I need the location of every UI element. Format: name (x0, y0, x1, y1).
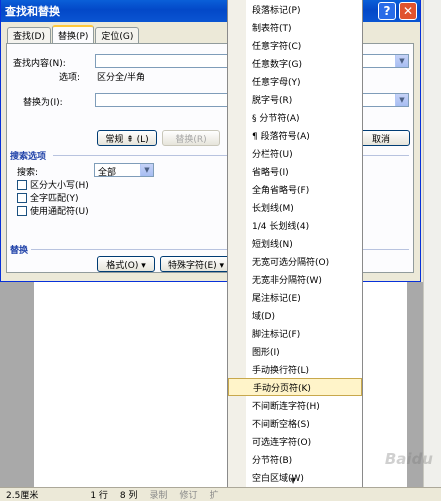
menu-item[interactable]: 手动分页符(K) (228, 378, 362, 396)
replace-section-title: 替换 (10, 246, 29, 256)
menu-item[interactable]: 省略号(I) (228, 162, 362, 180)
whole-word-label: 全字匹配(Y) (30, 194, 79, 204)
menu-item[interactable]: 可选连字符(O) (228, 432, 362, 450)
chevron-down-icon[interactable]: ▼ (395, 55, 408, 67)
tab-replace[interactable]: 替换(P) (51, 25, 95, 43)
match-case-label: 区分大小写(H) (30, 181, 89, 191)
menu-item[interactable]: 无宽非分隔符(W) (228, 270, 362, 288)
tab-goto[interactable]: 定位(G) (95, 27, 140, 43)
menu-item[interactable]: 任意数字(G) (228, 54, 362, 72)
menu-item[interactable]: 1/4 长划线(4) (228, 216, 362, 234)
menu-item[interactable]: ¶ 段落符号(A) (228, 126, 362, 144)
menu-item[interactable]: 任意字母(Y) (228, 72, 362, 90)
chevron-down-icon[interactable]: ▼ (395, 94, 408, 106)
chevron-down-icon[interactable]: ▼ (140, 164, 153, 176)
special-button[interactable]: 特殊字符(E) ▾ (160, 256, 232, 272)
search-options-title: 搜索选项 (10, 152, 47, 162)
menu-item[interactable]: 全角省略号(F) (228, 180, 362, 198)
menu-item[interactable]: 不间断空格(S) (228, 414, 362, 432)
replace-button[interactable]: 替换(R) (162, 130, 220, 146)
document-margin-left (0, 282, 34, 488)
special-characters-menu: ▼ 段落标记(P) 制表符(T) 任意字符(C) 任意数字(G) 任意字母(Y) 脱字号(… (227, 0, 363, 488)
menu-item[interactable]: 无宽可选分隔符(O) (228, 252, 362, 270)
vertical-scrollbar[interactable] (423, 0, 441, 488)
checkbox-box[interactable] (17, 205, 27, 216)
search-direction-select[interactable]: 全部 ▼ (94, 163, 154, 178)
menu-item[interactable]: 长划线(M) (228, 198, 362, 216)
match-case-checkbox[interactable]: 区分大小写(H) (17, 178, 89, 191)
menu-item[interactable]: 域(D) (228, 306, 362, 324)
watermark: Baidu (384, 450, 433, 468)
menu-item[interactable]: 脱字号(R) (228, 90, 362, 108)
menu-item[interactable]: 短划线(N) (228, 234, 362, 252)
search-direction-label: 搜索: (17, 168, 39, 178)
replace-with-label: 替换为(I): (23, 98, 63, 108)
format-button[interactable]: 格式(O) ▾ (97, 256, 155, 272)
menu-item[interactable]: 分节符(B) (228, 450, 362, 468)
status-ext[interactable]: 扩 (204, 488, 225, 501)
wildcards-checkbox[interactable]: 使用通配符(U) (17, 204, 89, 217)
checkbox-box[interactable] (17, 192, 27, 203)
menu-item[interactable]: 空白区域(W) (228, 468, 362, 486)
status-trk[interactable]: 修订 (174, 488, 204, 501)
help-button[interactable]: ? (378, 2, 396, 20)
wildcards-label: 使用通配符(U) (30, 207, 89, 217)
menu-item[interactable]: 图形(I) (228, 342, 362, 360)
options-label: 选项: (59, 73, 81, 83)
options-value: 区分全/半角 (97, 73, 146, 83)
dialog-title: 查找和替换 (5, 5, 60, 18)
menu-item[interactable]: § 分节符(A) (228, 108, 362, 126)
status-rec[interactable]: 录制 (144, 488, 174, 501)
search-direction-value: 全部 (98, 168, 117, 178)
document-area[interactable] (0, 282, 441, 488)
help-icon: ? (383, 4, 391, 18)
menu-item[interactable]: 任意字符(C) (228, 36, 362, 54)
menu-item[interactable]: 脚注标记(F) (228, 324, 362, 342)
menu-item[interactable]: 段落标记(P) (228, 0, 362, 18)
menu-item[interactable]: 尾注标记(E) (228, 288, 362, 306)
tab-find[interactable]: 查找(D) (7, 27, 51, 43)
menu-item[interactable]: 不间断连字符(H) (228, 396, 362, 414)
menu-item[interactable]: 制表符(T) (228, 18, 362, 36)
less-options-button[interactable]: 常规 ⇞ (L) (97, 130, 157, 146)
checkbox-box[interactable] (17, 179, 27, 190)
status-line: 1 行 (90, 490, 108, 501)
menu-item[interactable]: 手动换行符(L) (228, 360, 362, 378)
status-bar: 2.5厘米 1 行 8 列 录制 修订 扩 (0, 487, 441, 501)
dialog-tabs: 查找(D) 替换(P) 定位(G) (7, 25, 140, 43)
find-what-label: 查找内容(N): (13, 59, 66, 69)
close-icon: ✕ (402, 4, 414, 18)
menu-item[interactable]: 分栏符(U) (228, 144, 362, 162)
status-position: 2.5厘米 (6, 490, 39, 501)
close-button[interactable]: ✕ (399, 2, 417, 20)
status-col: 8 列 (119, 490, 138, 501)
whole-word-checkbox[interactable]: 全字匹配(Y) (17, 191, 79, 204)
